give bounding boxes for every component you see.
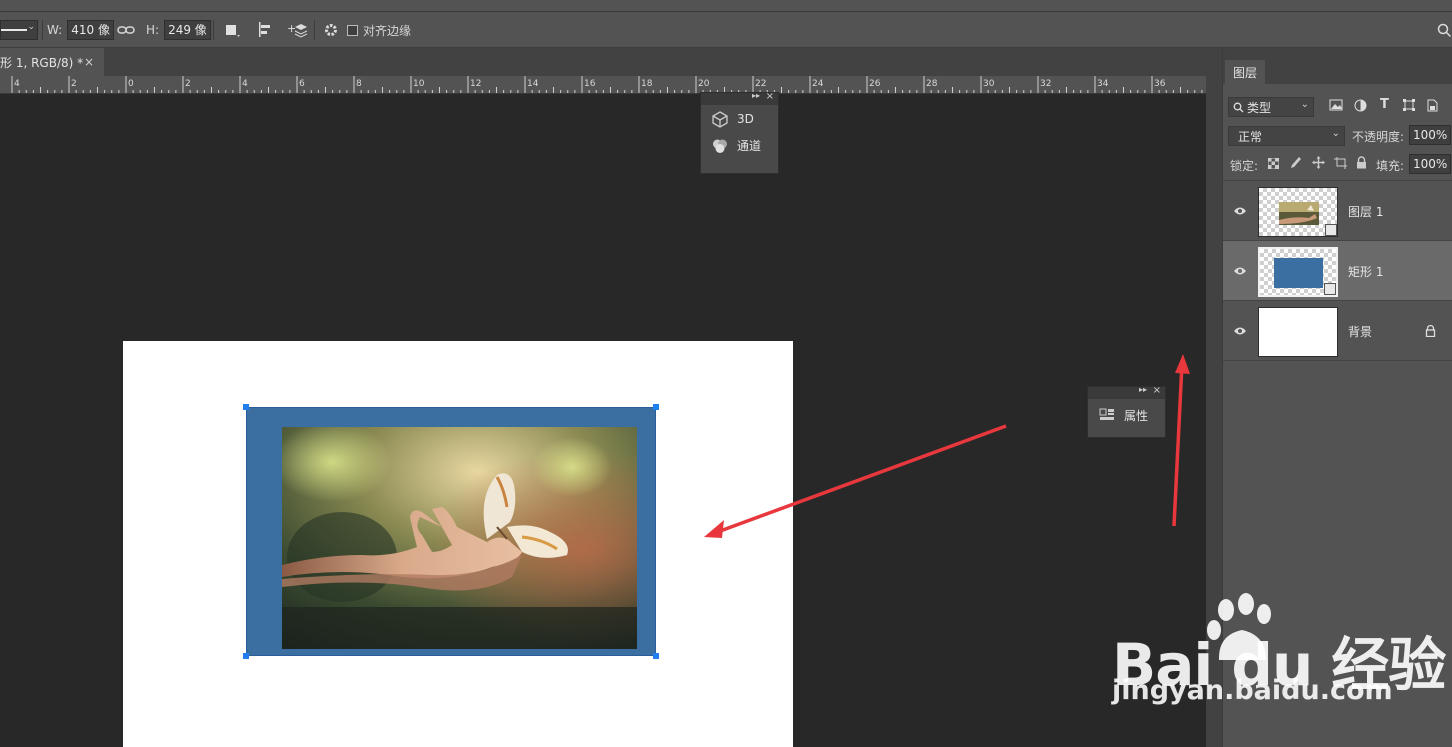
layer-thumbnail (1258, 247, 1338, 297)
ruler-label: 24 (812, 79, 824, 89)
layer-row-selected[interactable]: 矩形 1 (1223, 241, 1452, 301)
ruler-label: 0 (128, 79, 134, 89)
close-panel-icon[interactable]: × (1153, 385, 1161, 396)
panel-item-3d[interactable]: 3D (701, 105, 778, 132)
layer-name[interactable]: 背景 (1348, 323, 1372, 340)
height-field[interactable]: 249 像 (164, 20, 211, 40)
ruler-label: 22 (755, 79, 766, 89)
panel-item-properties-label: 属性 (1124, 408, 1149, 423)
gear-icon[interactable] (322, 19, 340, 41)
height-label: H: (146, 23, 160, 37)
ruler-label: 32 (1040, 79, 1051, 89)
close-panel-icon[interactable]: × (766, 91, 774, 102)
close-tab-icon[interactable]: × (84, 55, 94, 69)
ruler-label: 2 (185, 79, 191, 89)
fill-label: 填充: (1376, 159, 1405, 173)
smart-object-badge-icon (1325, 224, 1337, 236)
layer-row[interactable]: 背景 (1223, 301, 1452, 361)
annotation-arrows (704, 354, 1190, 538)
options-bar: ⌄ W: 410 像 H: 249 像 + 对齐边缘 (0, 12, 1452, 48)
blend-mode-dropdown[interactable]: 正常 ⌄ (1228, 126, 1345, 146)
lock-label: 锁定: (1230, 159, 1259, 173)
visibility-eye-icon[interactable] (1233, 265, 1247, 279)
visibility-eye-icon[interactable] (1233, 205, 1247, 219)
expand-panel-icon[interactable]: ▸▸ (1139, 385, 1147, 394)
watermark-url: jingyan.baidu.com (1112, 675, 1393, 706)
blend-mode-value: 正常 (1238, 129, 1263, 144)
layer-name[interactable]: 图层 1 (1348, 203, 1383, 220)
layer-thumbnail (1258, 307, 1338, 357)
ruler-label: 12 (470, 79, 481, 89)
visibility-eye-icon[interactable] (1233, 325, 1247, 339)
tab-layers[interactable]: 图层 (1225, 60, 1265, 84)
path-arrangement-icon[interactable]: + (287, 19, 307, 41)
fill-field[interactable]: 100% (1409, 154, 1451, 174)
document-tab-bar: 矩形 1, RGB/8) * × (0, 48, 1222, 76)
ruler-label: 18 (641, 79, 653, 89)
ruler-label: 28 (926, 79, 938, 89)
channels-icon (713, 139, 727, 153)
image-filter-icon[interactable] (1329, 99, 1343, 114)
properties-icon (1099, 408, 1114, 420)
path-alignment-icon[interactable] (257, 19, 275, 41)
lock-all-icon[interactable] (1356, 156, 1367, 172)
opacity-field[interactable]: 100% (1409, 125, 1451, 145)
shape-badge-icon (1324, 283, 1336, 295)
path-operations-icon[interactable] (224, 19, 240, 41)
width-label: W: (47, 23, 63, 37)
ruler-label: 30 (983, 79, 995, 89)
document-tab[interactable]: 矩形 1, RGB/8) * × (0, 48, 104, 76)
ruler-ticks: 4 2 0 2 4 6 8 10 12 14 16 18 20 22 24 26 28 30 32 34 36 (11, 76, 1203, 93)
expand-panel-icon[interactable]: ▸▸ (752, 91, 760, 100)
panel-item-channels[interactable]: 通道 (701, 132, 778, 159)
filter-kind-value: 类型 (1247, 100, 1272, 115)
link-icon[interactable] (117, 19, 135, 41)
lock-artboard-icon[interactable] (1334, 157, 1347, 172)
lock-icon (1425, 324, 1436, 340)
ruler-label: 10 (413, 79, 425, 89)
align-edges-checkbox[interactable] (347, 24, 358, 36)
layer-row[interactable]: 图层 1 (1223, 181, 1452, 241)
ruler-label: 2 (71, 79, 77, 89)
align-edges-label: 对齐边缘 (363, 23, 412, 38)
layer-thumbnail (1258, 187, 1338, 237)
stroke-type-dropdown[interactable]: ⌄ (0, 19, 38, 41)
type-filter-icon[interactable]: T (1380, 97, 1389, 112)
horizontal-ruler[interactable]: 4 2 0 2 4 6 8 10 12 14 16 18 20 22 24 26 28 30 32 34 36 (0, 76, 1206, 94)
lock-position-icon[interactable] (1312, 156, 1325, 172)
lock-pixels-icon[interactable] (1290, 157, 1302, 172)
ruler-label: 14 (527, 79, 539, 89)
ruler-label: 6 (299, 79, 305, 89)
smart-object-filter-icon[interactable] (1427, 99, 1438, 115)
shape-filter-icon[interactable] (1403, 99, 1415, 114)
width-field[interactable]: 410 像 (67, 20, 114, 40)
ruler-label: 26 (869, 79, 881, 89)
ruler-label: 34 (1097, 79, 1109, 89)
adjustment-filter-icon[interactable] (1354, 99, 1367, 115)
panel-item-channels-label: 通道 (737, 139, 762, 153)
panel-item-properties[interactable]: 属性 (1088, 399, 1165, 431)
floating-panel-3d-channels: ▸▸ × 3D 通道 (700, 91, 779, 174)
menu-bar (0, 0, 1452, 12)
document-tab-title: 矩形 1, RGB/8) * (0, 55, 84, 70)
lock-transparent-icon[interactable] (1267, 157, 1280, 172)
search-icon[interactable] (1437, 19, 1452, 41)
ruler-label: 36 (1154, 79, 1166, 89)
ruler-label: 20 (698, 79, 710, 89)
ruler-label: 8 (356, 79, 362, 89)
panel-item-3d-label: 3D (737, 111, 754, 126)
filter-kind-dropdown[interactable]: 类型 ⌄ (1228, 97, 1314, 117)
ruler-label: 16 (584, 79, 596, 89)
opacity-label: 不透明度: (1352, 130, 1405, 144)
canvas-area[interactable] (0, 94, 1206, 747)
svg-text:+: + (287, 22, 296, 35)
ruler-label: 4 (242, 79, 248, 89)
cube-icon (712, 110, 728, 128)
ruler-label: 4 (14, 79, 20, 89)
layer-name[interactable]: 矩形 1 (1348, 263, 1383, 280)
search-icon (1233, 102, 1244, 112)
floating-panel-properties: ▸▸ × 属性 (1087, 385, 1166, 438)
baidu-jingyan-watermark: Bai du 经验 jingyan.baidu.com (1112, 590, 1452, 720)
